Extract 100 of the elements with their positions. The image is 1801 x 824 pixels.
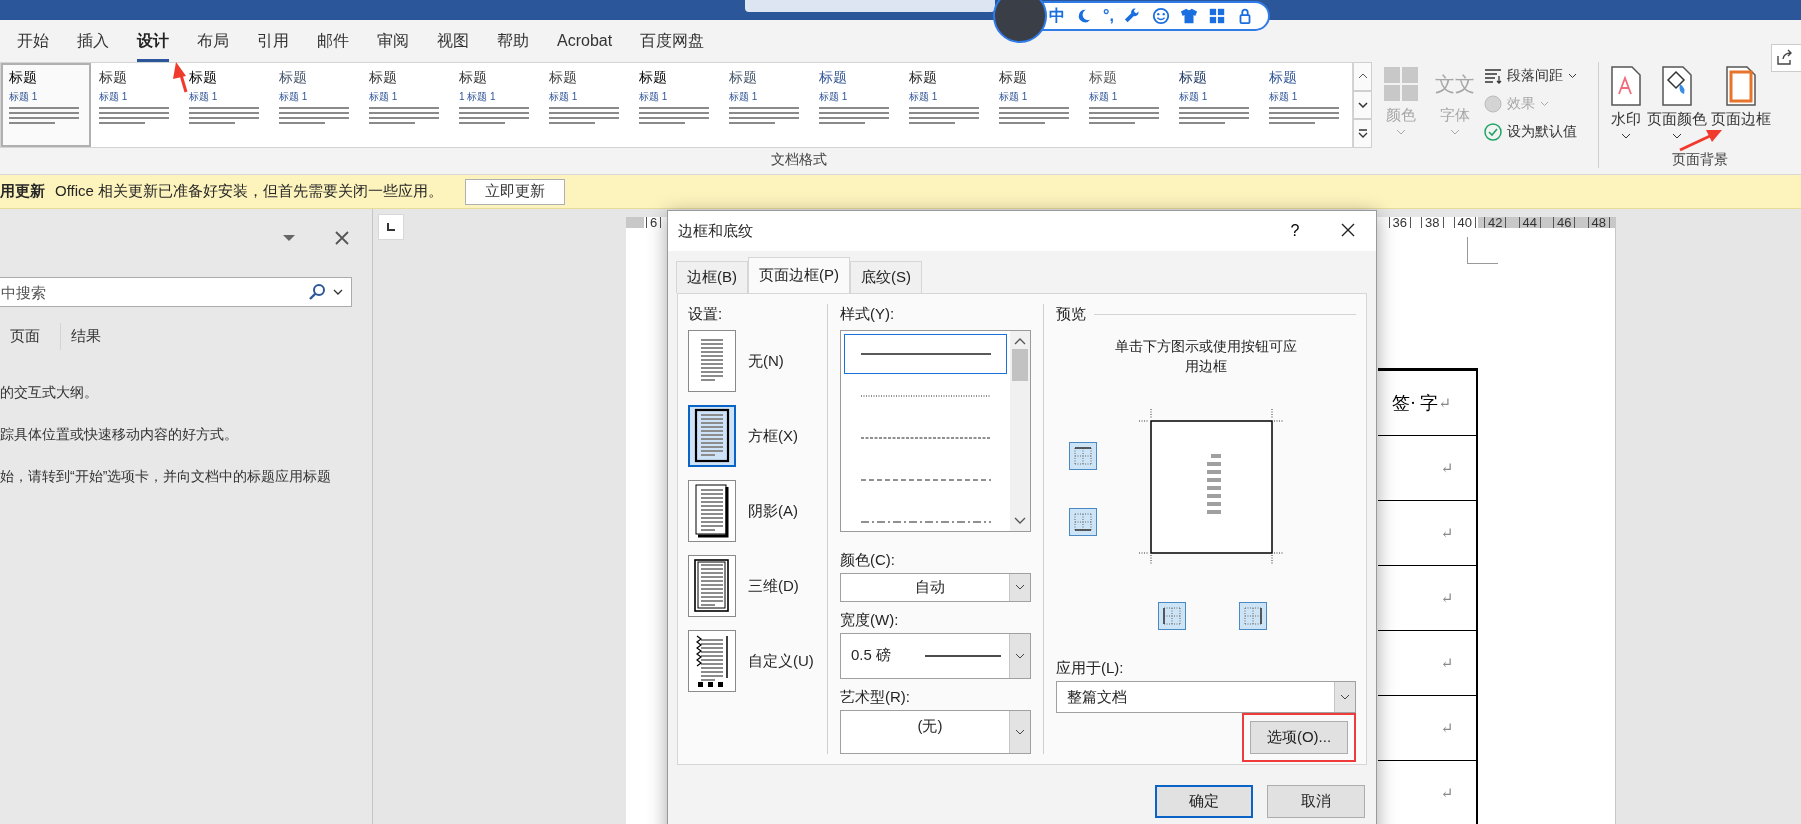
style-thumbnail[interactable]: 标题 标题 1 [1261, 63, 1351, 147]
setting-label: 设置: [688, 304, 723, 324]
apply-to-label: 应用于(L): [1056, 658, 1124, 678]
ribbon-tab[interactable]: 帮助 [483, 20, 543, 62]
left-border-button[interactable] [1158, 602, 1186, 630]
style-thumbnail[interactable]: 标题 标题 1 [901, 63, 991, 147]
ribbon-tab[interactable]: 引用 [243, 20, 303, 62]
scroll-down-button[interactable] [1353, 90, 1372, 120]
help-text: 始，请转到“开始”选项卡，并向文档中的标题应用标题 [0, 468, 333, 486]
page-background-button[interactable]: 页面边框 [1709, 62, 1773, 148]
check-icon [1484, 123, 1502, 141]
help-button[interactable]: ? [1270, 221, 1320, 241]
style-thumbnail[interactable]: 标题 标题 1 [541, 63, 631, 147]
top-border-button[interactable] [1069, 442, 1097, 470]
grid-icon[interactable] [1207, 7, 1226, 25]
paint-bucket-icon [1660, 66, 1694, 106]
setting-option-label: 方框(X) [748, 426, 798, 446]
style-thumbnail[interactable]: 标题 标题 1 [721, 63, 811, 147]
dropdown-caret-icon[interactable] [282, 234, 296, 242]
tab-selector-button[interactable] [378, 214, 404, 240]
page-border-icon [1724, 66, 1758, 106]
color-dropdown[interactable]: 自动 [840, 573, 1031, 602]
nav-tab[interactable]: 页面 [0, 323, 60, 350]
art-label: 艺术型(R): [840, 686, 910, 707]
ime-mode-text[interactable]: °, [1103, 7, 1114, 25]
ime-mode-text[interactable]: 中 [1049, 7, 1065, 25]
nav-tab[interactable]: 结果 [60, 323, 121, 350]
right-border-button[interactable] [1239, 602, 1267, 630]
apply-to-dropdown[interactable]: 整篇文档 [1056, 681, 1356, 713]
ribbon-tab[interactable]: 邮件 [303, 20, 363, 62]
dialog-tab[interactable]: 底纹(S) [850, 261, 922, 293]
options-button[interactable]: 选项(O)... [1250, 721, 1348, 754]
update-now-button[interactable]: 立即更新 [465, 178, 566, 205]
width-label: 宽度(W): [840, 609, 899, 630]
caret-icon [1396, 129, 1406, 135]
chevron-down-icon [1357, 102, 1368, 108]
style-thumbnail[interactable]: 标题 1 标题 1 [451, 63, 541, 147]
table-cell: ↵ [1378, 696, 1476, 761]
style-thumbnail[interactable]: 标题 标题 1 [91, 63, 181, 147]
close-icon [1340, 221, 1356, 238]
table-cell: ↵ [1378, 761, 1476, 824]
message-text: Office 相关更新已准备好安装，但首先需要关闭一些应用。 [55, 182, 444, 201]
ribbon-tab[interactable]: 开始 [3, 20, 63, 62]
cancel-button[interactable]: 取消 [1267, 785, 1365, 818]
style-thumbnail[interactable]: 标题 标题 1 [361, 63, 451, 147]
page-preview-drawing[interactable] [1139, 409, 1284, 565]
shirt-icon[interactable] [1179, 7, 1198, 25]
smiley-icon[interactable] [1151, 7, 1170, 25]
scrollbar[interactable] [1010, 331, 1030, 531]
style-thumbnail[interactable]: 标题 标题 1 [271, 63, 361, 147]
dialog-title: 边框和底纹 [678, 221, 754, 241]
setting-option-button[interactable] [688, 480, 736, 542]
paragraph-spacing-button[interactable]: 段落间距 [1482, 64, 1579, 88]
setting-option-button[interactable] [688, 405, 736, 467]
setting-option-button[interactable] [688, 555, 736, 617]
left-border-icon [1163, 607, 1181, 625]
ribbon-tab[interactable]: 布局 [183, 20, 243, 62]
chevron-down-icon [1014, 517, 1026, 525]
chevron-down-icon [1015, 728, 1025, 735]
bottom-border-button[interactable] [1069, 508, 1097, 536]
style-thumbnail[interactable]: 标题 标题 1 [181, 63, 271, 147]
art-dropdown[interactable]: (无) [840, 709, 1031, 754]
chevron-down-icon [1015, 584, 1025, 591]
ribbon-tab[interactable]: 插入 [63, 20, 123, 62]
close-icon[interactable] [334, 230, 350, 246]
watermark-icon [1609, 66, 1643, 106]
top-border-icon [1074, 447, 1092, 465]
setting-option-label: 自定义(U) [748, 651, 814, 671]
line-sample-icon [860, 520, 991, 524]
share-button[interactable] [1771, 44, 1801, 72]
set-as-default-button[interactable]: 设为默认值 [1482, 120, 1579, 144]
ribbon-tab[interactable]: 审阅 [363, 20, 423, 62]
style-thumbnail[interactable]: 标题 标题 1 [631, 63, 721, 147]
dialog-tab[interactable]: 边框(B) [676, 261, 748, 293]
style-thumbnail[interactable]: 标题 标题 1 [1, 63, 91, 147]
dialog-tab[interactable]: 页面边框(P) [748, 257, 850, 293]
style-thumbnail[interactable]: 标题 标题 1 [991, 63, 1081, 147]
style-thumbnail[interactable]: 标题 标题 1 [811, 63, 901, 147]
style-thumbnail[interactable]: 标题 标题 1 [1081, 63, 1171, 147]
scrollbar-thumb[interactable] [1012, 349, 1028, 381]
more-button[interactable] [1353, 119, 1372, 148]
page-background-button[interactable]: 水印 [1607, 62, 1645, 148]
ok-button[interactable]: 确定 [1155, 785, 1253, 818]
caret-icon[interactable] [333, 289, 343, 295]
caret-icon [1450, 129, 1460, 135]
line-sample-icon [860, 436, 991, 440]
ribbon-tab[interactable]: 视图 [423, 20, 483, 62]
search-field[interactable]: 中搜索 [0, 277, 352, 307]
search-icon[interactable] [308, 283, 326, 301]
style-thumbnail[interactable]: 标题 标题 1 [1171, 63, 1261, 147]
ribbon-tab[interactable]: 百度网盘 [626, 20, 719, 62]
setting-option-button[interactable] [688, 630, 736, 692]
message-title: 用更新 [0, 182, 45, 201]
line-style-option[interactable] [844, 334, 1007, 374]
group-label: 文档格式 [770, 151, 828, 169]
width-dropdown[interactable]: 0.5 磅 [840, 632, 1031, 679]
setting-option-label: 阴影(A) [748, 501, 798, 521]
chevron-up-icon [1357, 73, 1368, 80]
ribbon-tab[interactable]: Acrobat [543, 20, 627, 62]
page-background-button[interactable]: 页面颜色 [1645, 62, 1709, 148]
